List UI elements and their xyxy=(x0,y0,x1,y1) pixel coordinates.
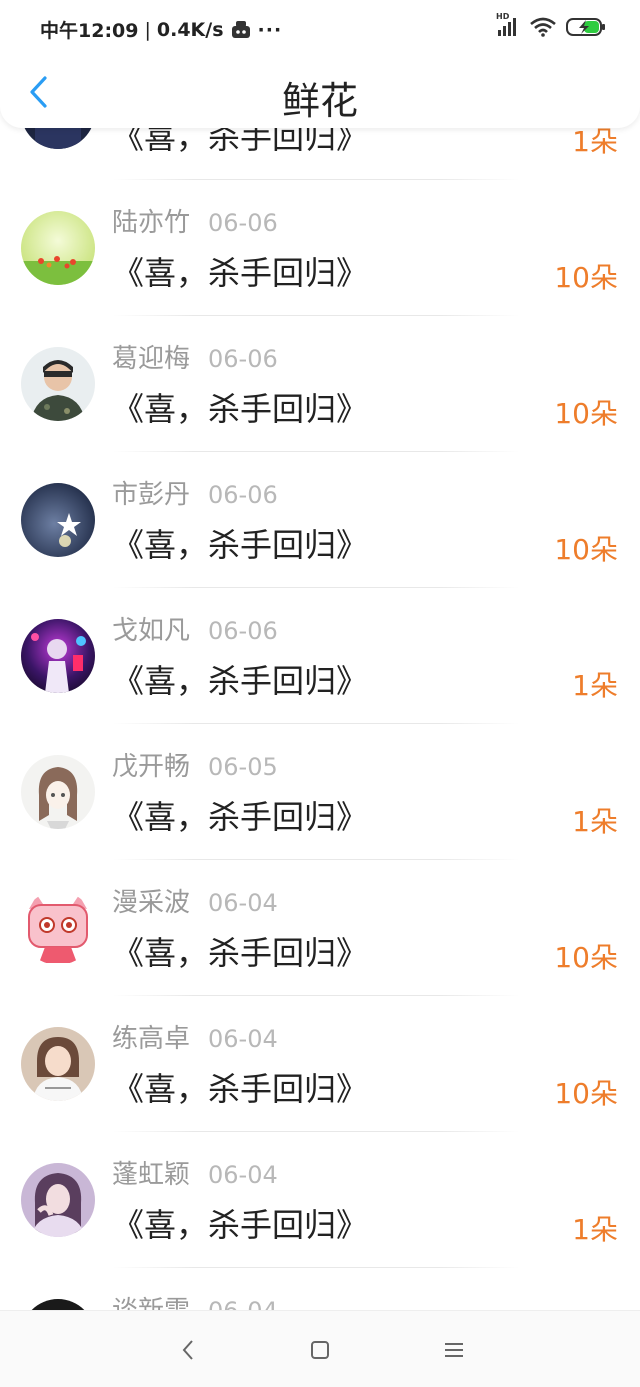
menu-icon xyxy=(445,1343,463,1357)
status-separator: | xyxy=(144,18,151,41)
flower-count: 10朵 xyxy=(554,941,618,974)
chevron-left-icon xyxy=(182,1340,193,1360)
flower-count: 1朵 xyxy=(572,669,618,702)
avatar[interactable] xyxy=(21,755,95,829)
user-name: 戊开畅 xyxy=(112,752,191,782)
avatar[interactable] xyxy=(21,619,95,693)
list-item[interactable]: 谈新雪 06-04 xyxy=(0,1268,640,1310)
list-item[interactable]: 蓬虹颖 06-04 《喜，杀手回归》 1朵 xyxy=(0,1132,640,1268)
gift-date: 06-06 xyxy=(208,345,278,373)
gift-work-title: 《喜，杀手回归》 xyxy=(112,1206,369,1244)
gift-date: 06-06 xyxy=(208,209,278,237)
wifi-icon xyxy=(530,17,556,37)
flower-count: 10朵 xyxy=(554,1077,618,1110)
gift-work-title: 《喜，杀手回归》 xyxy=(112,1070,369,1108)
list-item[interactable]: 戈如凡 06-06 《喜，杀手回归》 1朵 xyxy=(0,588,640,724)
avatar[interactable] xyxy=(21,347,95,421)
gift-date: 06-06 xyxy=(208,617,278,645)
flower-gift-list: 《喜，杀手回归》 1朵 陆亦竹 06-06 《喜，杀手回归》 10朵 葛迎梅 0… xyxy=(0,0,640,1310)
list-item[interactable]: 市彭丹 06-06 《喜，杀手回归》 10朵 xyxy=(0,452,640,588)
gift-date: 06-04 xyxy=(208,1161,278,1189)
more-notifications-icon: ··· xyxy=(257,18,283,41)
status-time: 中午12:09 xyxy=(40,20,139,42)
gift-date: 06-06 xyxy=(208,481,278,509)
user-name: 练高卓 xyxy=(112,1024,191,1054)
gift-work-title: 《喜，杀手回归》 xyxy=(112,934,369,972)
avatar[interactable] xyxy=(21,891,95,965)
user-name: 陆亦竹 xyxy=(112,208,191,238)
network-speed: 0.4K/s xyxy=(156,18,224,41)
user-name: 谈新雪 xyxy=(112,1290,190,1310)
user-name: 戈如凡 xyxy=(112,616,191,646)
gift-work-title: 《喜，杀手回归》 xyxy=(112,662,369,700)
signal-icon: HD xyxy=(496,12,520,38)
avatar[interactable] xyxy=(21,1163,95,1237)
gift-date: 06-04 xyxy=(208,1025,278,1053)
app-header: 鲜花 xyxy=(0,56,640,128)
status-bar: 中午12:09 | 0.4K/s ··· HD xyxy=(0,0,640,56)
nav-home-button[interactable] xyxy=(302,1333,338,1367)
user-name: 市彭丹 xyxy=(112,480,191,510)
user-name: 蓬虹颖 xyxy=(112,1160,191,1190)
android-robot-icon xyxy=(230,20,252,40)
flower-count: 10朵 xyxy=(554,261,618,294)
list-item[interactable]: 陆亦竹 06-06 《喜，杀手回归》 10朵 xyxy=(0,180,640,316)
avatar[interactable] xyxy=(21,211,95,285)
flower-count: 1朵 xyxy=(572,1213,618,1246)
gift-work-title: 《喜，杀手回归》 xyxy=(112,526,369,564)
list-item[interactable]: 漫采波 06-04 《喜，杀手回归》 10朵 xyxy=(0,860,640,996)
flower-count: 10朵 xyxy=(554,397,618,430)
avatar[interactable] xyxy=(21,1299,95,1310)
battery-charging-icon xyxy=(566,17,606,37)
flower-count: 1朵 xyxy=(572,805,618,838)
page-title: 鲜花 xyxy=(281,79,358,123)
square-icon xyxy=(311,1341,329,1359)
hd-label: HD xyxy=(496,12,510,21)
nav-menu-button[interactable] xyxy=(436,1333,472,1367)
gift-date: 06-04 xyxy=(208,1297,278,1310)
gift-work-title: 《喜，杀手回归》 xyxy=(112,254,369,292)
gift-work-title: 《喜，杀手回归》 xyxy=(112,390,369,428)
gift-date: 06-05 xyxy=(208,753,278,781)
flower-count: 10朵 xyxy=(554,533,618,566)
list-item[interactable]: 葛迎梅 06-06 《喜，杀手回归》 10朵 xyxy=(0,316,640,452)
user-name: 漫采波 xyxy=(112,888,191,918)
list-item[interactable]: 戊开畅 06-05 《喜，杀手回归》 1朵 xyxy=(0,724,640,860)
gift-work-title: 《喜，杀手回归》 xyxy=(112,798,369,836)
avatar[interactable] xyxy=(21,483,95,557)
avatar[interactable] xyxy=(21,1027,95,1101)
system-nav-bar xyxy=(0,1310,640,1387)
nav-back-button[interactable] xyxy=(170,1333,206,1367)
gift-date: 06-04 xyxy=(208,889,278,917)
list-item[interactable]: 练高卓 06-04 《喜，杀手回归》 10朵 xyxy=(0,996,640,1132)
user-name: 葛迎梅 xyxy=(112,344,191,374)
